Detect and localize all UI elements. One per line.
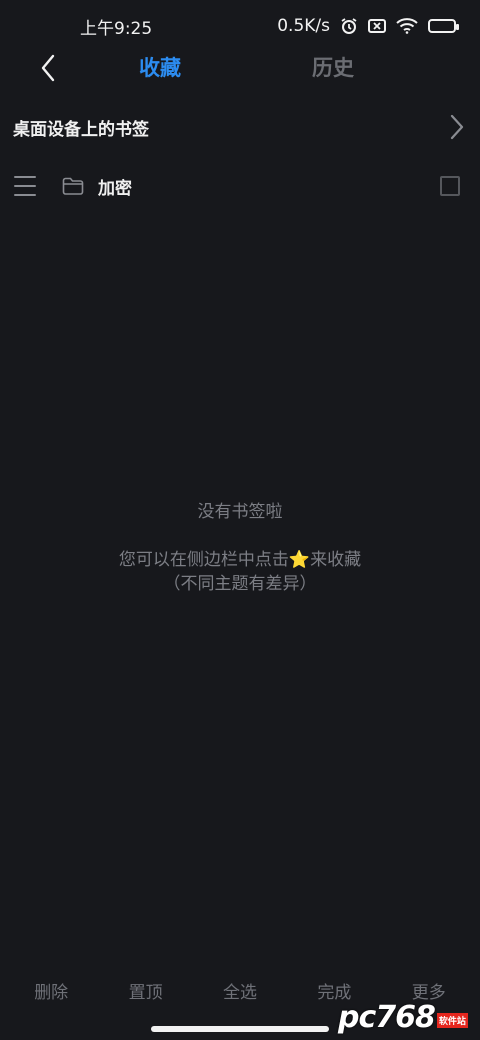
empty-state: 没有书签啦 您可以在侧边栏中点击⭐来收藏 （不同主题有差异） (0, 500, 480, 596)
folder-row[interactable]: 加密 (0, 165, 480, 207)
folder-checkbox[interactable] (440, 176, 460, 196)
wifi-icon (396, 18, 418, 34)
chevron-left-icon (41, 54, 55, 82)
empty-hint-before: 您可以在侧边栏中点击 (118, 550, 289, 570)
empty-title: 没有书签啦 (197, 502, 283, 522)
empty-hint-after: 来收藏 (310, 550, 362, 570)
empty-hint: 您可以在侧边栏中点击⭐来收藏 (0, 548, 480, 572)
star-icon: ⭐ (288, 550, 311, 570)
status-icons: 0.5K/s (277, 16, 459, 36)
header: 收藏 历史 (0, 40, 480, 94)
home-indicator[interactable] (151, 1026, 329, 1032)
chevron-right-icon (450, 114, 464, 140)
drag-handle-icon[interactable] (14, 176, 36, 196)
watermark-sub: 软件站 (436, 1013, 468, 1028)
watermark-logo: pc768 软件站 (338, 992, 478, 1034)
folder-label[interactable]: 加密 (98, 174, 132, 199)
tab-favorites[interactable]: 收藏 (139, 52, 181, 82)
delete-button[interactable]: 删除 (6, 978, 96, 1003)
tab-history[interactable]: 历史 (312, 52, 354, 82)
empty-note: （不同主题有差异） (163, 574, 317, 594)
folder-icon (62, 176, 86, 196)
desktop-bookmarks-label: 桌面设备上的书签 (13, 119, 149, 140)
network-speed: 0.5K/s (277, 16, 330, 36)
watermark-text: pc768 (338, 1000, 436, 1035)
alarm-icon (340, 17, 358, 35)
desktop-bookmarks-row[interactable]: 桌面设备上的书签 (0, 106, 480, 148)
bookmarks-screen: 上午9:25 0.5K/s 收藏 历史 桌面设备上的书签 加密 没有书签啦 您可… (0, 0, 480, 1040)
status-time: 上午9:25 (80, 18, 153, 39)
back-button[interactable] (30, 50, 66, 86)
select-all-button[interactable]: 全选 (195, 978, 285, 1003)
pin-to-top-button[interactable]: 置顶 (101, 978, 191, 1003)
sim-off-icon (368, 18, 386, 34)
battery-icon (428, 19, 459, 33)
